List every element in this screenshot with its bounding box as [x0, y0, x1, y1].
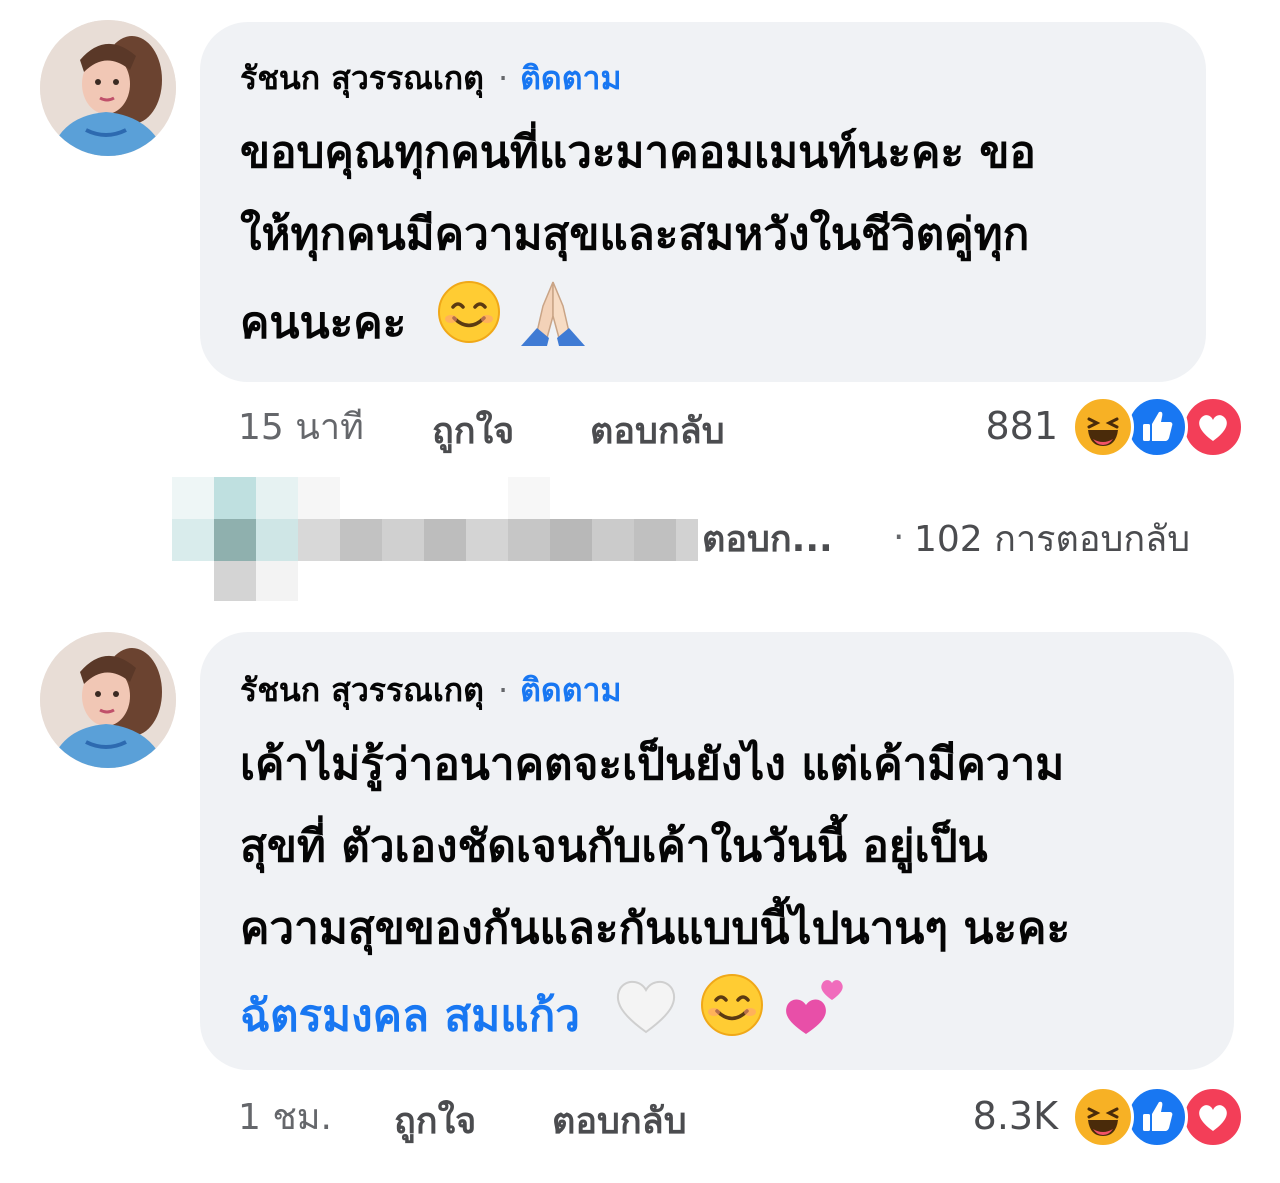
comment-line-3-row: คนนะคะ	[240, 276, 589, 375]
white-heart-emoji	[613, 974, 679, 1063]
haha-icon	[1072, 396, 1134, 458]
author-avatar[interactable]	[40, 632, 176, 768]
name-row: รัชนก สุวรรณเกตุ · ติดตาม	[240, 58, 622, 98]
author-name[interactable]: รัชนก สุวรรณเกตุ	[240, 671, 484, 709]
reply-button[interactable]: ตอบกลับ	[552, 1100, 687, 1144]
haha-icon	[1072, 1086, 1134, 1148]
author-avatar[interactable]	[40, 20, 176, 156]
reaction-icons[interactable]	[1072, 396, 1244, 458]
reaction-icons[interactable]	[1072, 1086, 1244, 1148]
love-icon	[1182, 396, 1244, 458]
two-hearts-emoji	[782, 972, 852, 1065]
comment-line-3: ความสุขของกันและกันแบบนี้ไปนานๆ นะคะ	[240, 903, 1071, 954]
comment-time[interactable]: 15 นาที	[238, 406, 364, 450]
reaction-count[interactable]: 8.3K	[940, 1094, 1058, 1138]
blurred-reply-preview	[172, 477, 698, 601]
mention-link[interactable]: ฉัตรมงคล สมแก้ว	[240, 991, 580, 1042]
separator-dot: ·	[497, 59, 509, 97]
reply-preview-text[interactable]: ตอบก...	[702, 518, 833, 562]
comment-bubble: รัชนก สุวรรณเกตุ · ติดตาม ขอบคุณทุกคนที่แว…	[200, 22, 1206, 382]
mention-row: ฉัตรมงคล สมแก้ว	[240, 972, 852, 1065]
comment-line-1: เค้าไม่รู้ว่าอนาคตจะเป็นยังไง แต่เค้ามีค…	[240, 739, 1065, 790]
follow-link[interactable]: ติดตาม	[520, 671, 621, 709]
reply-button[interactable]: ตอบกลับ	[590, 410, 725, 454]
separator-dot: ·	[497, 671, 509, 709]
comment-line-1: ขอบคุณทุกคนที่แวะมาคอมเมนท์นะคะ ขอ	[240, 127, 1036, 178]
comment-time[interactable]: 1 ชม.	[238, 1096, 332, 1140]
comment-bubble: รัชนก สุวรรณเกตุ · ติดตาม เค้าไม่รู้ว่าอนา…	[200, 632, 1234, 1070]
follow-link[interactable]: ติดตาม	[520, 59, 621, 97]
smiling-face-emoji	[699, 972, 765, 1065]
folded-hands-emoji	[517, 276, 589, 375]
name-row: รัชนก สุวรรณเกตุ · ติดตาม	[240, 670, 622, 710]
like-icon	[1126, 1086, 1188, 1148]
like-button[interactable]: ถูกใจ	[394, 1100, 476, 1144]
like-icon	[1126, 396, 1188, 458]
reaction-count[interactable]: 881	[960, 404, 1058, 448]
comment-line-2: ให้ทุกคนมีความสุขและสมหวังในชีวิตคู่ทุก	[240, 209, 1030, 260]
comment-line-3: คนนะคะ	[240, 297, 407, 349]
smiling-face-emoji	[436, 279, 502, 372]
like-button[interactable]: ถูกใจ	[432, 410, 514, 454]
love-icon	[1182, 1086, 1244, 1148]
author-name[interactable]: รัชนก สุวรรณเกตุ	[240, 59, 484, 97]
comment-line-2: สุขที่ ตัวเองชัดเจนกับเค้าในวันนี้ อยู่เ…	[240, 821, 988, 872]
separator-dot: ·	[893, 517, 905, 558]
reply-count-link[interactable]: 102 การตอบกลับ	[914, 518, 1190, 562]
